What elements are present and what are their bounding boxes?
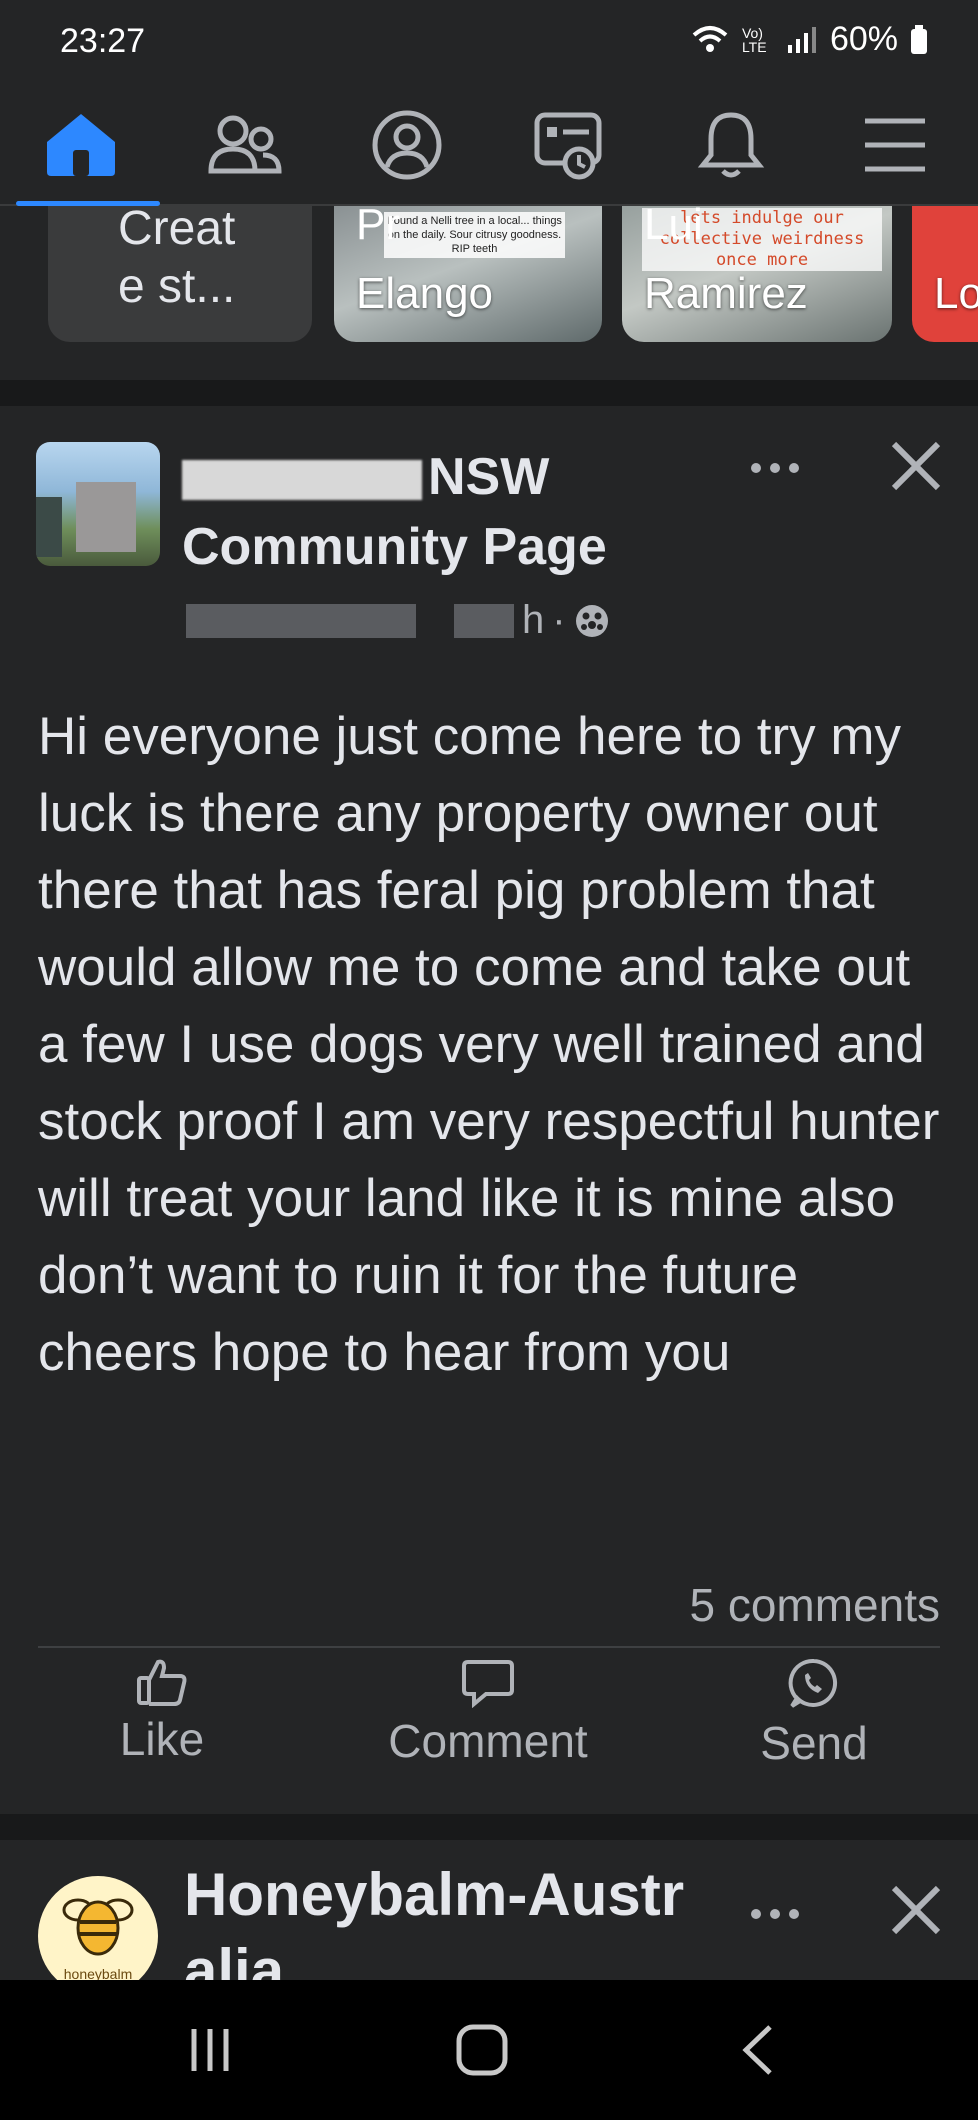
group-audience-icon (575, 604, 608, 637)
post-hide-button[interactable] (886, 1880, 946, 1940)
feed-divider (0, 380, 978, 406)
bell-icon (697, 112, 765, 178)
comment-label: Comment (388, 1715, 588, 1767)
status-bar: 23:27 Vo) LTE 60% (0, 0, 978, 86)
like-button[interactable]: Like (32, 1658, 292, 1808)
back-chevron-icon (742, 2025, 772, 2075)
friends-icon (208, 115, 282, 174)
back-button[interactable] (718, 2020, 798, 2080)
story-author: Elango (356, 269, 494, 318)
comments-count-link[interactable]: 5 comments (689, 1578, 940, 1632)
nav-notifications[interactable] (656, 86, 806, 204)
home-system-button[interactable] (442, 2020, 522, 2080)
network-label: Vo) LTE (741, 24, 767, 55)
like-label: Like (119, 1713, 205, 1765)
actions-divider (38, 1646, 940, 1648)
post-time-suffix: h (522, 598, 545, 642)
post-hide-button[interactable] (886, 436, 946, 496)
post-page-name[interactable]: NSW Community Page (182, 442, 722, 582)
more-dots-icon (751, 463, 799, 473)
feed-post: honeybalm Honeybalm-Austr alia (0, 1840, 978, 1980)
hamburger-icon (865, 118, 925, 172)
more-dots-icon (751, 1909, 799, 1919)
nav-home[interactable] (6, 86, 160, 206)
comment-button[interactable]: Comment (358, 1658, 618, 1808)
story-caption: Found a Nelli tree in a local... things … (384, 212, 565, 258)
post-page-name-tail[interactable]: alia (184, 1936, 284, 1980)
create-story-label: Creat e st... (118, 206, 236, 313)
whatsapp-icon (788, 1658, 838, 1708)
story-card[interactable]: lets indulge our collective weirdness on… (622, 206, 892, 342)
nav-friends[interactable] (170, 86, 320, 204)
close-icon (891, 1885, 941, 1935)
redacted-text (182, 460, 422, 501)
nav-profile[interactable] (332, 86, 482, 204)
send-button[interactable]: Send (684, 1658, 944, 1808)
home-icon (47, 114, 115, 176)
nav-feeds[interactable] (494, 86, 644, 204)
story-author: Lo (934, 269, 978, 318)
home-square-icon (456, 2024, 508, 2076)
page-name-line2: Community Page (182, 518, 607, 576)
nav-menu[interactable] (820, 86, 970, 204)
redacted-time (454, 603, 514, 638)
bee-logo-icon (62, 1898, 134, 1956)
story-card[interactable]: Lo (912, 206, 978, 342)
page-avatar[interactable]: honeybalm (38, 1876, 158, 1980)
system-nav-bar (0, 1980, 978, 2120)
post-page-name[interactable]: Honeybalm-Austr (184, 1860, 684, 1929)
battery-percent: 60% (829, 20, 898, 58)
redacted-author (186, 603, 416, 638)
page-avatar[interactable] (36, 442, 160, 566)
stories-tray: Creat e st... Found a Nelli tree in a lo… (0, 206, 978, 380)
comment-icon (462, 1660, 514, 1708)
send-label: Send (760, 1717, 868, 1769)
post-more-button[interactable] (742, 448, 808, 488)
battery-icon (911, 24, 927, 54)
wifi-icon (692, 25, 728, 52)
post-body: Hi everyone just come here to try my luc… (38, 707, 940, 1382)
feed-post: NSW Community Page h · Hi everyone just … (0, 406, 978, 1814)
story-author-first: Pr (356, 206, 400, 249)
avatar-label: honeybalm (63, 1966, 133, 1980)
thumbs-up-icon (137, 1659, 187, 1706)
profile-icon (372, 110, 442, 180)
recents-button[interactable] (170, 2020, 250, 2080)
create-story-card[interactable]: Creat e st... (48, 206, 312, 342)
status-icons: Vo) LTE 60% (690, 20, 928, 59)
status-time: 23:27 (60, 22, 146, 60)
story-author-first: Lui (644, 206, 703, 249)
close-icon (891, 441, 941, 491)
page-name-visible: NSW (428, 448, 550, 506)
signal-icon (787, 26, 816, 53)
post-meta: h · (186, 598, 610, 643)
meta-separator: · (552, 598, 566, 642)
recents-icon (191, 2029, 229, 2071)
story-card[interactable]: Found a Nelli tree in a local... things … (334, 206, 602, 342)
feeds-icon (534, 112, 602, 180)
top-nav (0, 86, 978, 206)
story-author: Ramirez (644, 269, 808, 318)
post-more-button[interactable] (742, 1894, 808, 1934)
feed-divider (0, 1814, 978, 1840)
